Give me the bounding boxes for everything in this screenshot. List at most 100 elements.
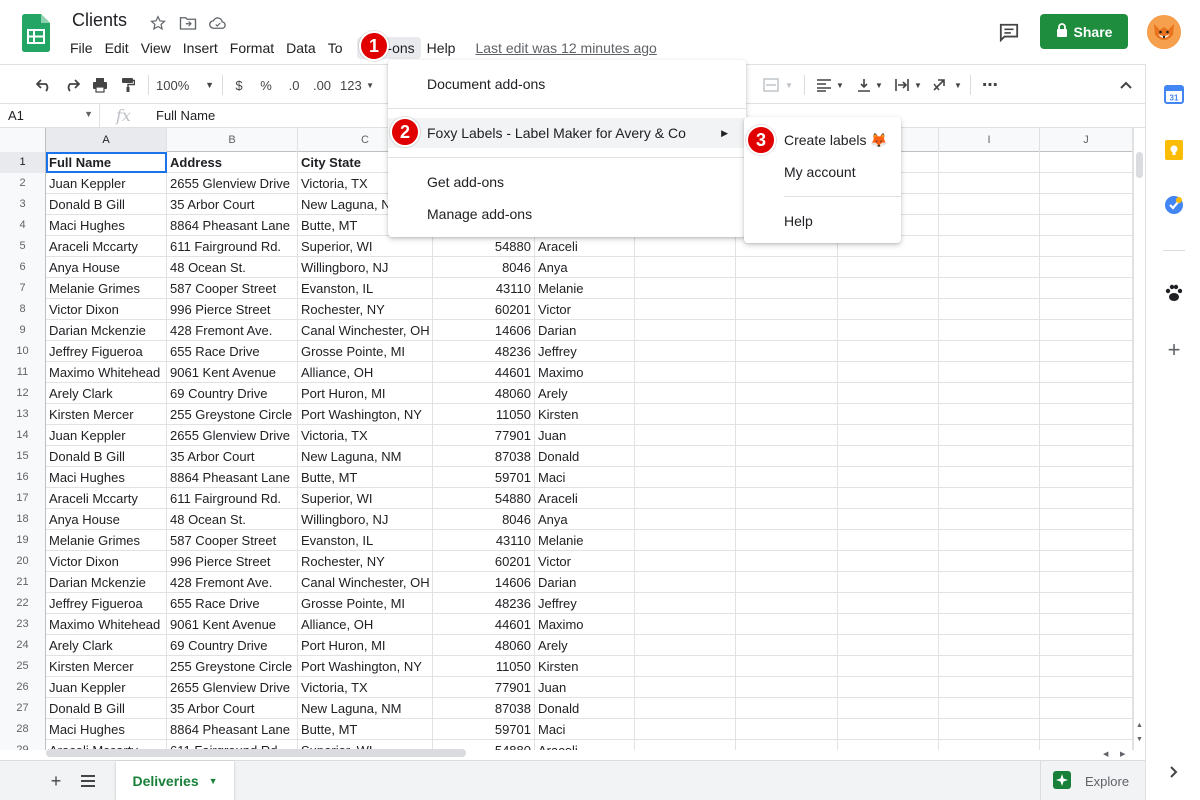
- row-header[interactable]: 13: [0, 404, 46, 425]
- cell[interactable]: Maximo: [535, 614, 635, 635]
- column-header-j[interactable]: J: [1040, 128, 1133, 152]
- cell[interactable]: Rochester, NY: [298, 299, 433, 320]
- column-header-b[interactable]: B: [167, 128, 298, 152]
- vertical-scroll-thumb[interactable]: [1136, 152, 1143, 178]
- cell[interactable]: [838, 488, 939, 509]
- cell[interactable]: Araceli: [535, 236, 635, 257]
- row-header[interactable]: 6: [0, 257, 46, 278]
- row-header[interactable]: 11: [0, 362, 46, 383]
- row-header[interactable]: 8: [0, 299, 46, 320]
- keep-icon[interactable]: [1163, 139, 1185, 161]
- all-sheets-icon[interactable]: [78, 771, 98, 791]
- cell[interactable]: Araceli Mccarty: [46, 488, 167, 509]
- cell[interactable]: [939, 488, 1040, 509]
- cell[interactable]: [736, 362, 838, 383]
- menu-format[interactable]: Format: [224, 37, 280, 59]
- cell[interactable]: [1040, 383, 1133, 404]
- row-header[interactable]: 14: [0, 425, 46, 446]
- cell[interactable]: [838, 635, 939, 656]
- chevron-down-icon[interactable]: ▼: [209, 776, 218, 786]
- show-side-panel-icon[interactable]: [1163, 761, 1185, 783]
- cell[interactable]: [635, 551, 736, 572]
- cell[interactable]: 2655 Glenview Drive: [167, 425, 298, 446]
- cell[interactable]: [838, 467, 939, 488]
- currency-format-button[interactable]: $: [230, 73, 248, 97]
- avatar[interactable]: [1147, 15, 1181, 49]
- cell[interactable]: [635, 635, 736, 656]
- cell[interactable]: [1040, 320, 1133, 341]
- star-icon[interactable]: [147, 13, 169, 33]
- row-header[interactable]: 28: [0, 719, 46, 740]
- row-header[interactable]: 17: [0, 488, 46, 509]
- cell[interactable]: Araceli: [535, 488, 635, 509]
- cell[interactable]: [635, 236, 736, 257]
- cell[interactable]: [1040, 635, 1133, 656]
- more-formats-select[interactable]: 123 ▼: [340, 73, 374, 97]
- comment-history-icon[interactable]: [996, 20, 1022, 44]
- cell[interactable]: 77901: [433, 425, 535, 446]
- cell[interactable]: [1040, 488, 1133, 509]
- column-header-i[interactable]: I: [939, 128, 1040, 152]
- menu-insert[interactable]: Insert: [177, 37, 224, 59]
- cell[interactable]: [1040, 236, 1133, 257]
- cell[interactable]: [838, 614, 939, 635]
- cell[interactable]: Victor Dixon: [46, 299, 167, 320]
- cell[interactable]: [635, 530, 736, 551]
- cell[interactable]: [635, 467, 736, 488]
- cell[interactable]: [939, 698, 1040, 719]
- cell[interactable]: [838, 572, 939, 593]
- cell[interactable]: [939, 173, 1040, 194]
- cell[interactable]: [939, 509, 1040, 530]
- cell[interactable]: [1040, 614, 1133, 635]
- row-header[interactable]: 10: [0, 341, 46, 362]
- cell[interactable]: 996 Pierce Street: [167, 551, 298, 572]
- cell[interactable]: Victoria, TX: [298, 677, 433, 698]
- cell[interactable]: [939, 530, 1040, 551]
- cell[interactable]: [736, 656, 838, 677]
- cell[interactable]: 48236: [433, 341, 535, 362]
- cell[interactable]: Juan Keppler: [46, 677, 167, 698]
- row-header[interactable]: 16: [0, 467, 46, 488]
- cell[interactable]: Butte, MT: [298, 719, 433, 740]
- cell[interactable]: 8046: [433, 257, 535, 278]
- menu-edit[interactable]: Edit: [99, 37, 135, 59]
- row-header[interactable]: 21: [0, 572, 46, 593]
- cell[interactable]: Arely Clark: [46, 383, 167, 404]
- cell[interactable]: [736, 509, 838, 530]
- paint-format-icon[interactable]: [116, 73, 140, 97]
- cell[interactable]: 59701: [433, 467, 535, 488]
- cell[interactable]: Araceli: [535, 740, 635, 750]
- cell[interactable]: [939, 362, 1040, 383]
- cell[interactable]: [1040, 740, 1133, 750]
- cell[interactable]: Victor: [535, 551, 635, 572]
- menu-item-get-addons[interactable]: Get add-ons: [388, 167, 746, 197]
- row-header[interactable]: 15: [0, 446, 46, 467]
- row-header[interactable]: 18: [0, 509, 46, 530]
- cell[interactable]: [939, 215, 1040, 236]
- cell[interactable]: [1040, 194, 1133, 215]
- cell[interactable]: Rochester, NY: [298, 551, 433, 572]
- cell[interactable]: 60201: [433, 551, 535, 572]
- cell[interactable]: Port Washington, NY: [298, 656, 433, 677]
- cell[interactable]: Donald B Gill: [46, 194, 167, 215]
- cell[interactable]: [736, 677, 838, 698]
- add-sheet-icon[interactable]: +: [46, 771, 66, 791]
- cell[interactable]: [1040, 173, 1133, 194]
- cell[interactable]: [1040, 425, 1133, 446]
- cell[interactable]: Anya House: [46, 257, 167, 278]
- cell[interactable]: [635, 320, 736, 341]
- cell[interactable]: Arely: [535, 635, 635, 656]
- cell[interactable]: Kirsten Mercer: [46, 656, 167, 677]
- cell[interactable]: [838, 509, 939, 530]
- cell[interactable]: [939, 425, 1040, 446]
- row-header[interactable]: 12: [0, 383, 46, 404]
- row-header[interactable]: 19: [0, 530, 46, 551]
- cell[interactable]: Anya: [535, 257, 635, 278]
- cell[interactable]: 43110: [433, 278, 535, 299]
- cell[interactable]: [1040, 593, 1133, 614]
- cell[interactable]: Melanie: [535, 278, 635, 299]
- decrease-decimal-button[interactable]: .0: [284, 73, 304, 97]
- cell[interactable]: [1040, 446, 1133, 467]
- cell[interactable]: Donald B Gill: [46, 446, 167, 467]
- cell[interactable]: [635, 656, 736, 677]
